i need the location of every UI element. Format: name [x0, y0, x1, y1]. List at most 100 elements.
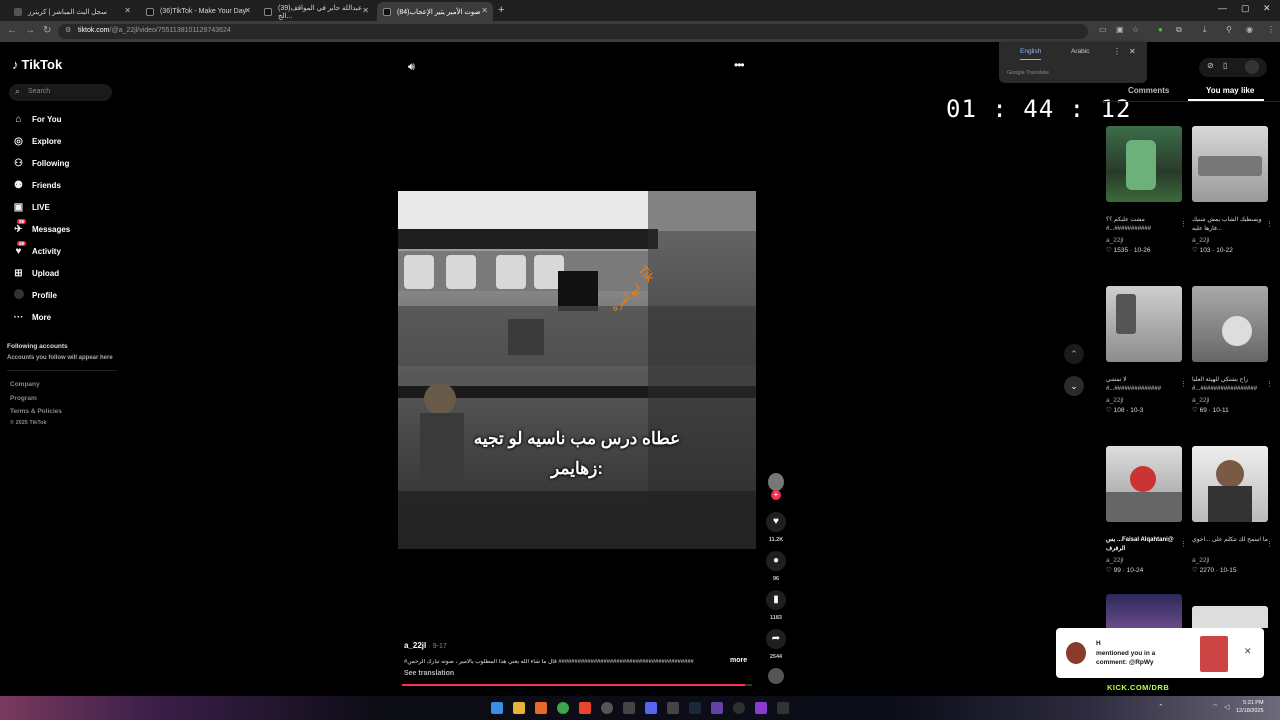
translate-arabic-tab[interactable]: Arabic: [1071, 48, 1089, 55]
close-window-icon[interactable]: ✕: [1263, 3, 1271, 14]
minimize-icon[interactable]: —: [1218, 3, 1227, 13]
author-username[interactable]: a_22jl: [404, 641, 426, 650]
steam-icon[interactable]: [689, 702, 701, 714]
card-username[interactable]: a_22jl: [1192, 557, 1268, 564]
browser-tab[interactable]: (36)TikTok - Make Your Day ✕: [140, 2, 256, 21]
forward-icon[interactable]: →: [25, 25, 35, 36]
card-menu-icon[interactable]: ⋮: [1180, 220, 1187, 228]
card-menu-icon[interactable]: ⋮: [1180, 380, 1187, 388]
speaker-icon[interactable]: ◁: [1224, 703, 1229, 711]
brave-icon[interactable]: [579, 702, 591, 714]
card-menu-icon[interactable]: ⋮: [1266, 380, 1273, 388]
network-icon[interactable]: ⌔: [1212, 703, 1219, 712]
video-thumbnail[interactable]: [1192, 446, 1268, 522]
see-translation-link[interactable]: See translation: [404, 670, 454, 677]
browser-menu-icon[interactable]: ⋮: [1267, 25, 1275, 34]
card-username[interactable]: a_22jl: [1106, 237, 1182, 244]
sidebar-item-following[interactable]: ⚇ Following: [12, 156, 69, 170]
windows-start-icon[interactable]: [491, 702, 503, 714]
video-thumbnail[interactable]: [1192, 126, 1268, 202]
profile-avatar-icon[interactable]: ◉: [1246, 25, 1253, 34]
card-menu-icon[interactable]: ⋮: [1266, 540, 1273, 548]
bookmark-star-icon[interactable]: ☆: [1132, 25, 1139, 34]
share-icon[interactable]: ➦: [766, 629, 786, 649]
creator-avatar[interactable]: [768, 473, 784, 491]
card-username[interactable]: a_22jl: [1192, 237, 1268, 244]
card-username[interactable]: a_22jl: [1106, 557, 1182, 564]
translate-close-icon[interactable]: ✕: [1129, 47, 1136, 56]
tab-search-icon[interactable]: ⚲: [1226, 25, 1232, 34]
previous-video-button[interactable]: ⌃: [1064, 344, 1084, 364]
footer-program-link[interactable]: Program: [10, 395, 37, 402]
like-heart-icon[interactable]: ♥: [766, 512, 786, 532]
phone-icon[interactable]: ▯: [1223, 61, 1227, 70]
suggested-video-card[interactable]: ما اسمح لك تتكلم على ...اخوي a_22jl ♡ 22…: [1192, 446, 1273, 574]
more-options-icon[interactable]: •••: [734, 58, 745, 72]
extension-icon[interactable]: ●: [1158, 25, 1163, 34]
browser-tab[interactable]: سجل البث المباشر | كريترز ✕: [8, 2, 136, 21]
video-thumbnail[interactable]: [1106, 126, 1182, 202]
translate-english-tab[interactable]: English: [1020, 48, 1042, 60]
sidebar-item-live[interactable]: ▣ LIVE: [12, 200, 50, 214]
search-input[interactable]: ⌕ Search: [9, 84, 112, 101]
description-more-link[interactable]: more: [730, 657, 747, 664]
tab-close-icon[interactable]: ✕: [481, 6, 488, 15]
suggested-video-card[interactable]: @Faisal Alqahtani... بس الرفرف a_22jl ♡ …: [1106, 446, 1187, 574]
file-explorer-icon[interactable]: [513, 702, 525, 714]
video-progress-bar[interactable]: [402, 684, 752, 686]
new-tab-button[interactable]: +: [498, 4, 504, 16]
avatar[interactable]: [1245, 60, 1259, 74]
mention-notification[interactable]: H mentioned you in a comment: @RpWy ✕: [1056, 628, 1264, 678]
app-icon[interactable]: [733, 702, 745, 714]
video-thumbnail[interactable]: [1192, 606, 1268, 628]
suggested-video-card[interactable]: ويسطيك الشاب يمش شنيك ...فارها عليه a_22…: [1192, 126, 1273, 254]
follow-plus-icon[interactable]: +: [771, 490, 781, 500]
footer-company-link[interactable]: Company: [10, 381, 40, 388]
downloads-icon[interactable]: ⤓: [1203, 25, 1207, 35]
tab-comments[interactable]: Comments: [1128, 86, 1169, 95]
video-thumbnail[interactable]: [1106, 594, 1182, 628]
clock[interactable]: 5:31 PM 12/18/2025: [1236, 699, 1264, 715]
tab-close-icon[interactable]: ✕: [244, 6, 251, 15]
app-icon[interactable]: [667, 702, 679, 714]
app-icon[interactable]: [623, 702, 635, 714]
card-username[interactable]: a_22jl: [1106, 397, 1182, 404]
tab-you-may-like[interactable]: You may like: [1206, 86, 1254, 95]
extensions-puzzle-icon[interactable]: ⧉: [1176, 25, 1182, 35]
sidebar-item-friends[interactable]: ⚉ Friends: [12, 178, 61, 192]
app-icon[interactable]: [535, 702, 547, 714]
video-thumbnail[interactable]: [1106, 286, 1182, 362]
browser-tab-active[interactable]: (84)صوت الأمير يثير الإعجاب ✕: [377, 2, 493, 21]
video-thumbnail[interactable]: [1106, 446, 1182, 522]
sidebar-item-messages[interactable]: ✈ 36 Messages: [12, 218, 70, 236]
twitch-icon[interactable]: [711, 702, 723, 714]
comment-icon[interactable]: ●: [766, 551, 786, 571]
card-menu-icon[interactable]: ⋮: [1180, 540, 1187, 548]
sidebar-item-activity[interactable]: ♥ 49 Activity: [12, 240, 61, 258]
next-video-button[interactable]: ⌄: [1064, 376, 1084, 396]
install-app-icon[interactable]: ▭: [1099, 25, 1107, 34]
volume-icon[interactable]: 🔊︎: [408, 61, 415, 74]
tray-chevron-icon[interactable]: ⌃: [1158, 703, 1164, 711]
translate-icon[interactable]: ▣: [1116, 25, 1124, 34]
app-icon[interactable]: [755, 702, 767, 714]
back-icon[interactable]: ←: [7, 25, 17, 36]
suggested-video-card[interactable]: راح يشتكي للهيئة العليا ################…: [1192, 286, 1273, 414]
app-icon[interactable]: [601, 702, 613, 714]
tab-close-icon[interactable]: ✕: [362, 6, 369, 15]
sidebar-item-upload[interactable]: ⊞ Upload: [12, 266, 59, 280]
suggested-video-card[interactable]: لا تمشي ##############...# a_22jl ♡ 108 …: [1106, 286, 1187, 414]
bookmark-icon[interactable]: ▮: [766, 590, 786, 610]
video-thumbnail[interactable]: [1192, 286, 1268, 362]
site-info-icon[interactable]: ⚙: [65, 26, 71, 34]
discord-icon[interactable]: [645, 702, 657, 714]
reload-icon[interactable]: ↻: [43, 25, 51, 36]
music-disc-icon[interactable]: [768, 668, 784, 684]
compass-icon[interactable]: ⊘: [1207, 61, 1214, 70]
maximize-icon[interactable]: ▢: [1241, 3, 1250, 14]
tiktok-logo[interactable]: ♪ TikTok: [12, 57, 62, 72]
translate-options-icon[interactable]: ⋮: [1113, 47, 1121, 56]
suggested-video-card[interactable]: مشت عليكم ؟؟ ###########...# a_22jl ♡ 15…: [1106, 126, 1187, 254]
footer-terms-link[interactable]: Terms & Policies: [10, 408, 62, 415]
chrome-icon[interactable]: [557, 702, 569, 714]
